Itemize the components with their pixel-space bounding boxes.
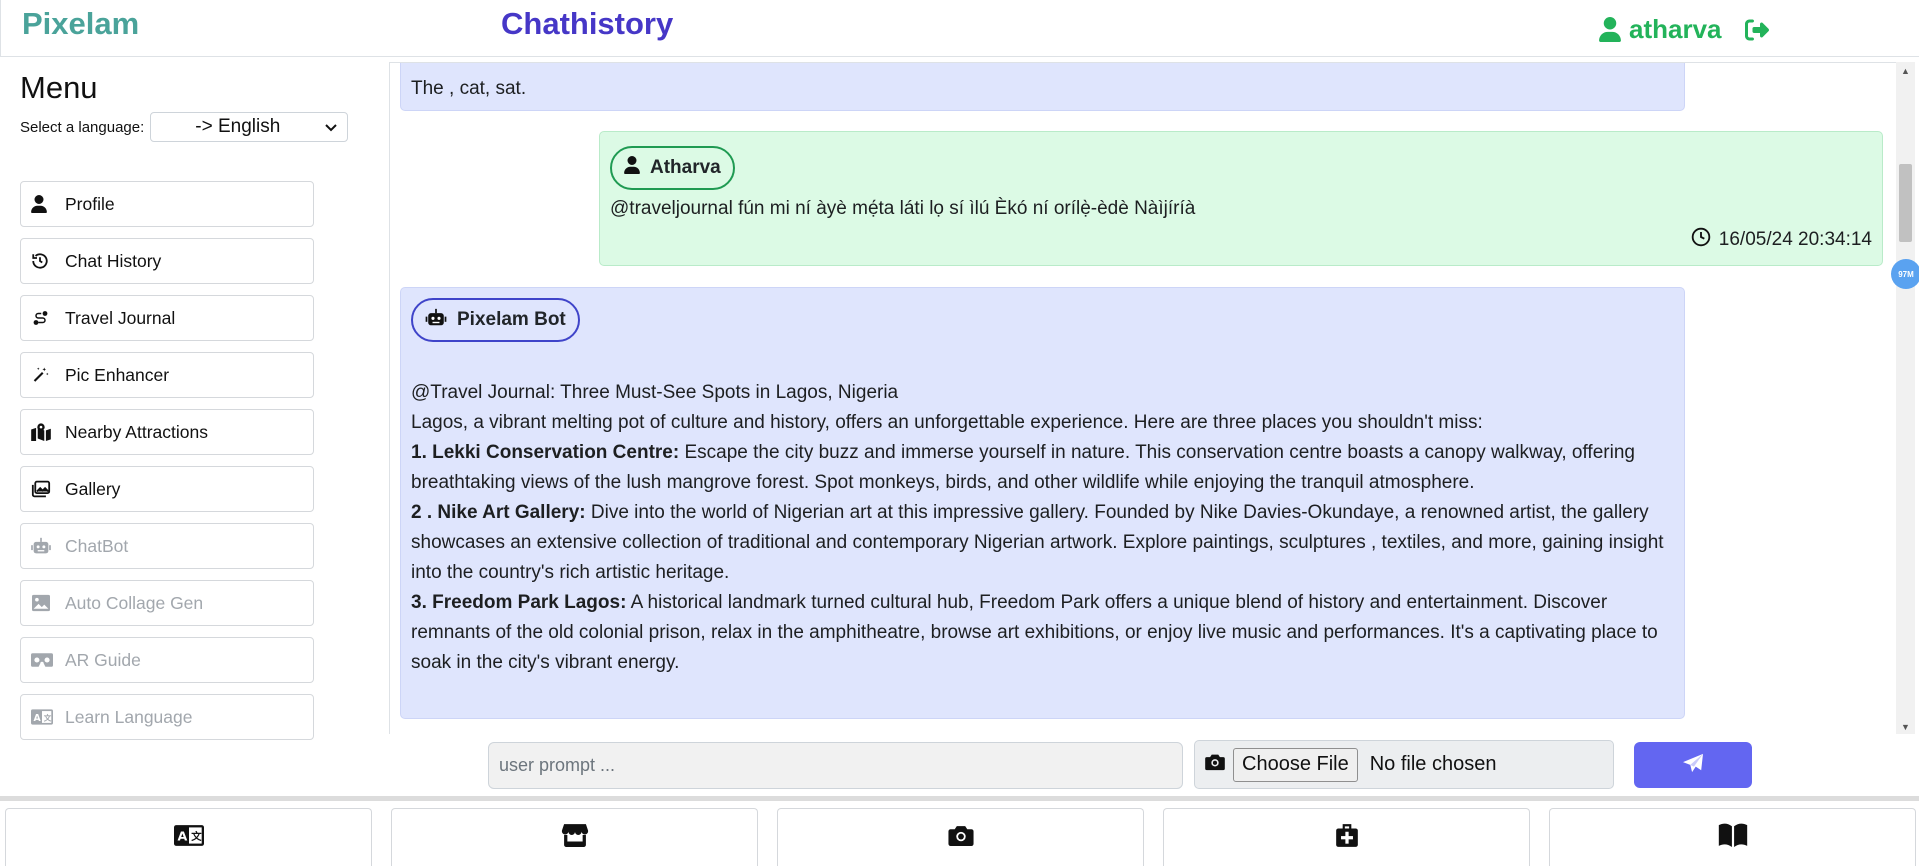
sender-name: Atharva (650, 157, 721, 178)
sidebar-item-label: ChatBot (65, 535, 129, 556)
bottom-button-language[interactable]: A文 (5, 808, 372, 866)
image-icon (31, 593, 57, 613)
robot-icon (425, 308, 447, 333)
bot-list-item-title: 2 . Nike Art Gallery: (411, 502, 586, 523)
sidebar-item-label: Auto Collage Gen (65, 592, 204, 613)
sidebar-item-label: Pic Enhancer (65, 364, 170, 385)
bot-list-item-text: Dive into the world of Nigerian art at t… (411, 502, 1664, 583)
bottom-button-camera[interactable] (777, 808, 1144, 866)
chat-scrollbar[interactable]: ▲ ▼ (1896, 62, 1915, 734)
svg-text:文: 文 (190, 830, 202, 843)
choose-file-button[interactable]: Choose File (1233, 747, 1358, 782)
sidebar-item-label: AR Guide (65, 649, 141, 670)
sidebar: Menu Select a language: -> English Profi… (0, 58, 385, 798)
sidebar-item-chatbot[interactable]: ChatBot (20, 523, 314, 569)
svg-text:文: 文 (44, 712, 52, 722)
username[interactable]: atharva (1629, 14, 1722, 45)
sidebar-item-nearby-attractions[interactable]: Nearby Attractions (20, 409, 314, 455)
floating-badge[interactable]: 97M (1891, 259, 1919, 289)
magic-wand-icon (31, 365, 57, 385)
bot-list-item: 1. Lekki Conservation Centre: Escape the… (411, 438, 1676, 498)
clock-icon (1691, 227, 1711, 253)
map-location-icon (31, 422, 57, 442)
page-title: Chathistory (501, 6, 674, 41)
timestamp-text: 16/05/24 20:34:14 (1718, 229, 1872, 250)
language-icon: A文 (173, 824, 204, 851)
route-icon (31, 308, 57, 328)
bot-message-body: @Travel Journal: Three Must-See Spots in… (411, 378, 1676, 678)
bottom-divider (0, 796, 1919, 801)
sidebar-item-label: Learn Language (65, 706, 193, 727)
top-header: Pixelam Chathistory atharva (0, 0, 1919, 57)
bottom-button-store[interactable] (391, 808, 758, 866)
sidebar-item-label: Gallery (65, 478, 121, 499)
sidebar-item-chat-history[interactable]: Chat History (20, 238, 314, 284)
bot-intro: Lagos, a vibrant melting pot of culture … (411, 412, 1483, 433)
scroll-up-arrow-icon[interactable]: ▲ (1896, 64, 1915, 78)
suitcase-medical-icon (1334, 822, 1360, 853)
message-timestamp: 16/05/24 20:34:14 (1691, 227, 1872, 253)
sender-name: Pixelam Bot (457, 309, 566, 330)
history-icon (31, 251, 57, 271)
file-status: No file chosen (1369, 753, 1497, 775)
vr-cardboard-icon (31, 650, 57, 670)
images-icon (31, 479, 57, 499)
bot-heading: @Travel Journal: Three Must-See Spots in… (411, 382, 899, 403)
language-selected-value: -> English (195, 116, 281, 137)
scrollbar-thumb[interactable] (1899, 164, 1912, 242)
sidebar-item-pic-enhancer[interactable]: Pic Enhancer (20, 352, 314, 398)
bottom-button-book[interactable] (1549, 808, 1916, 866)
bot-message-partial: The , cat, sat. (400, 63, 1685, 111)
bot-list-item: 2 . Nike Art Gallery: Dive into the worl… (411, 498, 1676, 588)
sidebar-nav: Profile Chat History Travel Journal Pic … (20, 181, 314, 751)
book-icon (1718, 823, 1748, 852)
language-row: Select a language: -> English (20, 112, 349, 142)
send-button[interactable] (1634, 742, 1752, 788)
bottom-toolbar: A文 (0, 808, 1919, 868)
sidebar-item-label: Profile (65, 193, 115, 214)
chevron-down-icon (325, 116, 337, 138)
svg-text:A: A (34, 713, 42, 724)
user-message: Atharva @traveljournal fún mi ní àyè mẹ́… (599, 131, 1883, 266)
prompt-input[interactable]: user prompt ... (488, 742, 1183, 789)
sender-badge: Pixelam Bot (411, 298, 580, 342)
camera-icon (1205, 753, 1225, 776)
camera-icon (947, 824, 974, 852)
svg-text:A: A (177, 828, 187, 843)
bot-list-item-title: 1. Lekki Conservation Centre: (411, 442, 680, 463)
sidebar-item-gallery[interactable]: Gallery (20, 466, 314, 512)
sidebar-item-profile[interactable]: Profile (20, 181, 314, 227)
language-label: Select a language: (20, 118, 145, 136)
robot-icon (31, 536, 57, 556)
logout-icon[interactable] (1744, 18, 1770, 42)
sidebar-item-travel-journal[interactable]: Travel Journal (20, 295, 314, 341)
file-upload-field[interactable]: Choose File No file chosen (1194, 740, 1614, 789)
message-text: The , cat, sat. (411, 78, 527, 99)
scroll-down-arrow-icon[interactable]: ▼ (1896, 720, 1915, 734)
user-icon (31, 194, 57, 214)
sender-badge: Atharva (610, 146, 735, 190)
sidebar-item-label: Travel Journal (65, 307, 176, 328)
store-icon (561, 823, 589, 852)
user-icon (1599, 17, 1621, 42)
bot-list-item: 3. Freedom Park Lagos: A historical land… (411, 588, 1676, 678)
sidebar-item-ar-guide[interactable]: AR Guide (20, 637, 314, 683)
language-select[interactable]: -> English (150, 112, 349, 142)
sidebar-item-learn-language[interactable]: A文 Learn Language (20, 694, 314, 740)
sidebar-item-label: Chat History (65, 250, 162, 271)
chat-history-panel: The , cat, sat. Atharva @traveljournal f… (389, 62, 1899, 734)
language-icon: A文 (31, 707, 57, 727)
bot-list-item-title: 3. Freedom Park Lagos: (411, 592, 627, 613)
paper-plane-icon (1682, 753, 1704, 778)
user-icon (624, 156, 640, 180)
sidebar-item-auto-collage-gen[interactable]: Auto Collage Gen (20, 580, 314, 626)
sidebar-item-label: Nearby Attractions (65, 421, 208, 442)
message-text: @traveljournal fún mi ní àyè mẹ́ta láti … (610, 198, 1196, 219)
bot-message: Pixelam Bot @Travel Journal: Three Must-… (400, 287, 1685, 719)
menu-title: Menu (20, 70, 98, 105)
user-area: atharva (1599, 14, 1770, 45)
brand-logo[interactable]: Pixelam (22, 6, 139, 42)
bottom-button-medical[interactable] (1163, 808, 1530, 866)
